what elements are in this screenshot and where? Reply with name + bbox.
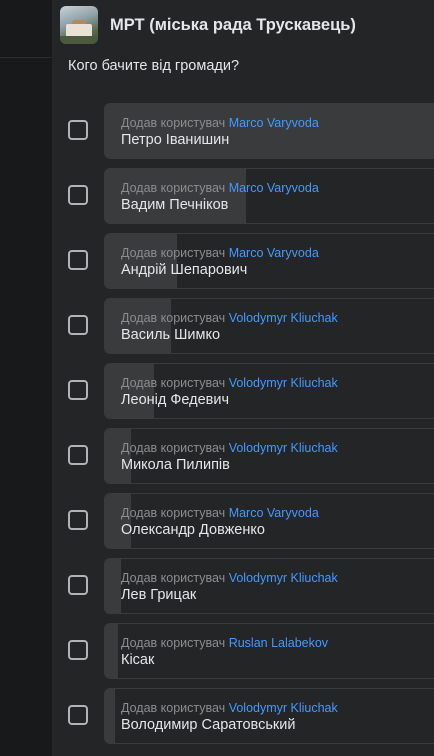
option-name: Вадим Печніков — [121, 197, 229, 213]
option-name: Олександр Довженко — [121, 522, 265, 538]
option-checkbox[interactable] — [68, 185, 88, 205]
sidebar-divider — [0, 57, 52, 58]
option-checkbox[interactable] — [68, 705, 88, 725]
option-checkbox[interactable] — [68, 510, 88, 530]
group-title[interactable]: МРТ (міська рада Трускавець) — [110, 16, 356, 35]
option-name: Василь Шимко — [121, 327, 221, 343]
added-by-user-link[interactable]: Volodymyr Kliuchak — [229, 441, 338, 455]
poll-option[interactable]: Додав користувач Volodymyr Kliuchak Микол… — [68, 428, 434, 484]
option-bar[interactable]: Додав користувач Volodymyr Kliuchak Васил… — [104, 298, 434, 354]
poll-option[interactable]: Додав користувач Volodymyr Kliuchak Лев Г… — [68, 558, 434, 614]
option-bar[interactable]: Додав користувач Volodymyr Kliuchak Леоні… — [104, 363, 434, 419]
added-by-prefix: Додав користувач — [121, 506, 226, 520]
poll-options: Додав користувач Marco Varyvoda Петро Іва… — [68, 103, 434, 753]
added-by-text: Додав користувач Volodymyr Kliuchak — [121, 570, 338, 586]
group-photo-icon[interactable] — [60, 6, 98, 44]
poll-option[interactable]: Додав користувач Volodymyr Kliuchak Волод… — [68, 688, 434, 744]
group-header: МРТ (міська рада Трускавець) — [60, 5, 356, 45]
vote-share-fill — [105, 624, 119, 678]
option-checkbox[interactable] — [68, 120, 88, 140]
vote-share-fill — [105, 689, 115, 743]
option-name: Петро Іванишин — [121, 132, 230, 148]
option-bar[interactable]: Додав користувач Volodymyr Kliuchak Микол… — [104, 428, 434, 484]
option-checkbox[interactable] — [68, 380, 88, 400]
poll-option[interactable]: Додав користувач Marco Varyvoda Вадим Печ… — [68, 168, 434, 224]
added-by-text: Додав користувач Ruslan Lalabekov — [121, 635, 328, 651]
option-checkbox[interactable] — [68, 445, 88, 465]
option-name: Андрій Шепарович — [121, 262, 248, 278]
added-by-user-link[interactable]: Marco Varyvoda — [229, 116, 319, 130]
added-by-user-link[interactable]: Marco Varyvoda — [229, 246, 319, 260]
added-by-prefix: Додав користувач — [121, 246, 226, 260]
added-by-user-link[interactable]: Volodymyr Kliuchak — [229, 701, 338, 715]
option-bar[interactable]: Додав користувач Volodymyr Kliuchak Волод… — [104, 688, 434, 744]
option-checkbox[interactable] — [68, 315, 88, 335]
added-by-prefix: Додав користувач — [121, 116, 226, 130]
added-by-text: Додав користувач Marco Varyvoda — [121, 505, 319, 521]
left-sidebar — [0, 0, 52, 756]
added-by-text: Додав користувач Volodymyr Kliuchak — [121, 700, 338, 716]
option-name: Кісак — [121, 652, 155, 668]
option-checkbox[interactable] — [68, 250, 88, 270]
added-by-text: Додав користувач Marco Varyvoda — [121, 245, 319, 261]
option-name: Лев Грицак — [121, 587, 197, 603]
poll-option[interactable]: Додав користувач Marco Varyvoda Олександр… — [68, 493, 434, 549]
added-by-user-link[interactable]: Volodymyr Kliuchak — [229, 311, 338, 325]
added-by-prefix: Додав користувач — [121, 376, 226, 390]
added-by-prefix: Додав користувач — [121, 311, 226, 325]
added-by-text: Додав користувач Volodymyr Kliuchak — [121, 440, 338, 456]
poll-option[interactable]: Додав користувач Marco Varyvoda Петро Іва… — [68, 103, 434, 159]
poll-option[interactable]: Додав користувач Marco Varyvoda Андрій Ше… — [68, 233, 434, 289]
option-bar[interactable]: Додав користувач Marco Varyvoda Вадим Печ… — [104, 168, 434, 224]
added-by-prefix: Додав користувач — [121, 181, 226, 195]
added-by-user-link[interactable]: Marco Varyvoda — [229, 181, 319, 195]
added-by-text: Додав користувач Volodymyr Kliuchak — [121, 375, 338, 391]
poll-option[interactable]: Додав користувач Ruslan Lalabekov Кісак — [68, 623, 434, 679]
added-by-user-link[interactable]: Ruslan Lalabekov — [229, 636, 328, 650]
poll-option[interactable]: Додав користувач Volodymyr Kliuchak Васил… — [68, 298, 434, 354]
option-bar[interactable]: Додав користувач Volodymyr Kliuchak Лев Г… — [104, 558, 434, 614]
added-by-user-link[interactable]: Marco Varyvoda — [229, 506, 319, 520]
added-by-user-link[interactable]: Volodymyr Kliuchak — [229, 376, 338, 390]
poll-option[interactable]: Додав користувач Volodymyr Kliuchak Леоні… — [68, 363, 434, 419]
added-by-prefix: Додав користувач — [121, 636, 226, 650]
added-by-text: Додав користувач Marco Varyvoda — [121, 115, 319, 131]
option-name: Микола Пилипів — [121, 457, 230, 473]
vote-share-fill — [105, 559, 122, 613]
option-checkbox[interactable] — [68, 575, 88, 595]
option-bar[interactable]: Додав користувач Marco Varyvoda Петро Іва… — [104, 103, 434, 159]
added-by-text: Додав користувач Volodymyr Kliuchak — [121, 310, 338, 326]
option-bar[interactable]: Додав користувач Marco Varyvoda Олександр… — [104, 493, 434, 549]
option-checkbox[interactable] — [68, 640, 88, 660]
option-name: Володимир Саратовський — [121, 717, 296, 733]
added-by-prefix: Додав користувач — [121, 701, 226, 715]
option-name: Леонід Федевич — [121, 392, 230, 408]
option-bar[interactable]: Додав користувач Ruslan Lalabekov Кісак — [104, 623, 434, 679]
added-by-prefix: Додав користувач — [121, 441, 226, 455]
poll-question: Кого бачите від громади? — [68, 58, 240, 74]
added-by-prefix: Додав користувач — [121, 571, 226, 585]
option-bar[interactable]: Додав користувач Marco Varyvoda Андрій Ше… — [104, 233, 434, 289]
added-by-user-link[interactable]: Volodymyr Kliuchak — [229, 571, 338, 585]
added-by-text: Додав користувач Marco Varyvoda — [121, 180, 319, 196]
